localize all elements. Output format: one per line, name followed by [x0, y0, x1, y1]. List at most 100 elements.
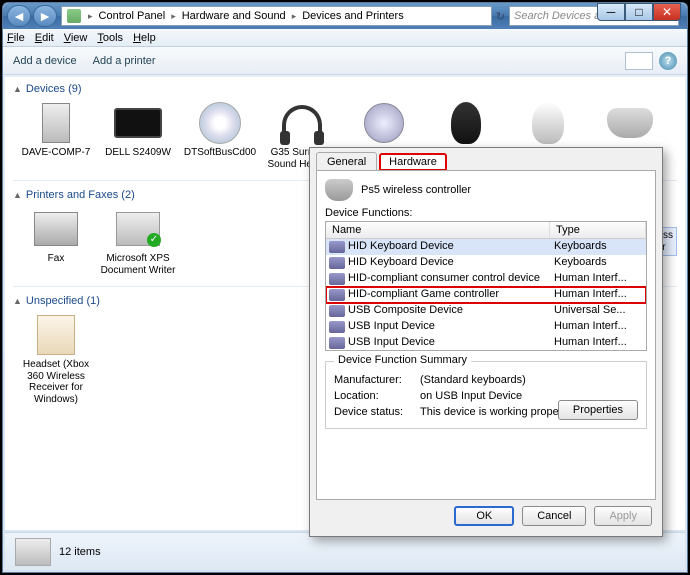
device-functions-list[interactable]: Name Type HID Keyboard DeviceKeyboardsHI…: [325, 221, 647, 351]
group-title: Device Function Summary: [334, 354, 471, 366]
apply-button[interactable]: Apply: [594, 506, 652, 526]
menu-help[interactable]: Help: [133, 32, 156, 44]
package-icon: [37, 315, 75, 355]
menu-tools[interactable]: Tools: [97, 32, 123, 44]
cancel-button[interactable]: Cancel: [522, 506, 586, 526]
device-item[interactable]: DTSoftBusCd00: [181, 101, 259, 170]
list-row[interactable]: USB Input DeviceHuman Interf...: [326, 335, 646, 351]
row-name: HID Keyboard Device: [348, 256, 550, 270]
col-type[interactable]: Type: [550, 222, 646, 238]
window-controls: ─ □ ✕: [597, 3, 681, 21]
properties-button[interactable]: Properties: [558, 400, 638, 420]
summary-key: Device status:: [334, 406, 420, 418]
item-count: 12 items: [59, 546, 101, 558]
add-device-link[interactable]: Add a device: [13, 55, 77, 67]
location-icon: [67, 9, 81, 23]
disc-icon: [199, 102, 241, 144]
printer-icon: ✓: [116, 212, 160, 246]
ok-button[interactable]: OK: [454, 506, 514, 526]
row-name: HID-compliant Game controller: [348, 288, 550, 302]
status-bar: 12 items: [5, 532, 685, 570]
monitor-icon: [114, 108, 162, 138]
list-row[interactable]: HID-compliant Game controllerHuman Inter…: [326, 287, 646, 303]
titlebar: ◄ ► ▸ Control Panel ▸ Hardware and Sound…: [3, 3, 687, 29]
menubar: File Edit View Tools Help: [3, 29, 687, 47]
collapse-icon: ▲: [13, 84, 22, 94]
device-item[interactable]: DAVE-COMP-7: [17, 101, 95, 170]
breadcrumb-item[interactable]: Control Panel: [97, 10, 168, 22]
device-small-icon: [329, 241, 345, 253]
device-label: DTSoftBusCd00: [184, 147, 256, 159]
device-title: Ps5 wireless controller: [361, 184, 471, 196]
category-label: Devices (9): [26, 83, 82, 95]
menu-file[interactable]: File: [7, 32, 25, 44]
row-name: HID Keyboard Device: [348, 240, 550, 254]
device-summary-group: Device Function Summary Manufacturer:(St…: [325, 361, 647, 429]
add-printer-link[interactable]: Add a printer: [93, 55, 156, 67]
device-item[interactable]: DELL S2409W: [99, 101, 177, 170]
device-label: DAVE-COMP-7: [22, 147, 91, 159]
device-small-icon: [329, 273, 345, 285]
tab-body: Ps5 wireless controller Device Functions…: [316, 170, 656, 500]
row-type: Human Interf...: [550, 336, 646, 350]
menu-view[interactable]: View: [64, 32, 88, 44]
breadcrumb-item[interactable]: Devices and Printers: [300, 10, 406, 22]
tab-hardware[interactable]: Hardware: [379, 153, 447, 171]
device-title-row: Ps5 wireless controller: [325, 179, 647, 201]
device-label: Headset (Xbox 360 Wireless Receiver for …: [17, 359, 95, 405]
row-type: Keyboards: [550, 240, 646, 254]
summary-key: Location:: [334, 390, 420, 402]
device-item[interactable]: Headset (Xbox 360 Wireless Receiver for …: [17, 313, 95, 405]
headset-icon: [282, 105, 322, 141]
row-type: Universal Se...: [550, 304, 646, 318]
device-small-icon: [329, 289, 345, 301]
gamepad-icon: [325, 179, 353, 201]
device-small-icon: [329, 321, 345, 333]
device-label: DELL S2409W: [105, 147, 171, 159]
row-name: HID-compliant consumer control device: [348, 272, 550, 286]
printer-item[interactable]: Fax: [17, 207, 95, 276]
chevron-right-icon: ▸: [167, 11, 180, 22]
view-options-button[interactable]: [625, 52, 653, 70]
printer-item[interactable]: ✓ Microsoft XPS Document Writer: [99, 207, 177, 276]
dialog-buttons: OK Cancel Apply: [310, 506, 662, 534]
list-row[interactable]: HID Keyboard DeviceKeyboards: [326, 239, 646, 255]
collapse-icon: ▲: [13, 190, 22, 200]
help-button[interactable]: ?: [659, 52, 677, 70]
summary-value: on USB Input Device: [420, 390, 522, 402]
list-row[interactable]: HID-compliant consumer control deviceHum…: [326, 271, 646, 287]
row-name: USB Input Device: [348, 336, 550, 350]
col-name[interactable]: Name: [326, 222, 550, 238]
forward-button[interactable]: ►: [33, 5, 57, 27]
menu-edit[interactable]: Edit: [35, 32, 54, 44]
device-label: Microsoft XPS Document Writer: [99, 253, 177, 276]
chevron-right-icon: ▸: [288, 11, 301, 22]
breadcrumb[interactable]: ▸ Control Panel ▸ Hardware and Sound ▸ D…: [61, 6, 492, 26]
row-name: USB Input Device: [348, 320, 550, 334]
row-type: Keyboards: [550, 256, 646, 270]
summary-key: Manufacturer:: [334, 374, 420, 386]
explorer-window: ─ □ ✕ ◄ ► ▸ Control Panel ▸ Hardware and…: [2, 2, 688, 573]
list-row[interactable]: USB Composite DeviceUniversal Se...: [326, 303, 646, 319]
summary-value: This device is working properly.: [420, 406, 573, 418]
mouse-icon: [451, 102, 481, 144]
list-row[interactable]: USB Input DeviceHuman Interf...: [326, 319, 646, 335]
category-label: Printers and Faxes (2): [26, 189, 135, 201]
category-header-devices[interactable]: ▲ Devices (9): [5, 77, 685, 97]
breadcrumb-item[interactable]: Hardware and Sound: [180, 10, 288, 22]
status-icon: [15, 538, 51, 566]
back-button[interactable]: ◄: [7, 5, 31, 27]
refresh-icon[interactable]: ↻: [496, 10, 505, 23]
tab-strip: General Hardware: [310, 148, 662, 170]
mouse-icon: [532, 102, 564, 144]
close-button[interactable]: ✕: [653, 3, 681, 21]
minimize-button[interactable]: ─: [597, 3, 625, 21]
row-type: Human Interf...: [550, 288, 646, 302]
list-row[interactable]: HID Keyboard DeviceKeyboards: [326, 255, 646, 271]
maximize-button[interactable]: □: [625, 3, 653, 21]
gamepad-icon: [607, 108, 653, 138]
chevron-right-icon: ▸: [84, 11, 97, 22]
device-small-icon: [329, 305, 345, 317]
row-type: Human Interf...: [550, 272, 646, 286]
tab-general[interactable]: General: [316, 152, 377, 170]
